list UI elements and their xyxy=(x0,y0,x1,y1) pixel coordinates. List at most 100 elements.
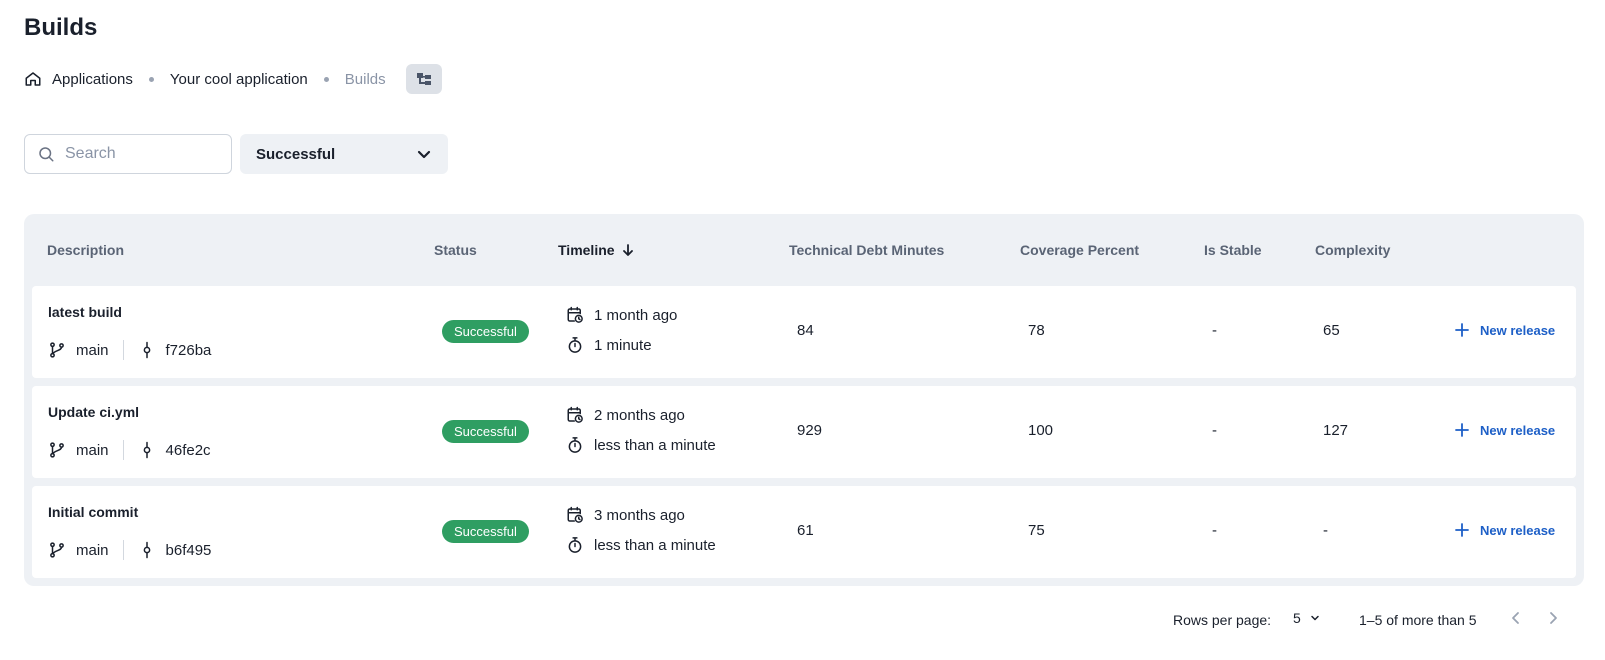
timeline-started-text: 3 months ago xyxy=(594,506,685,524)
status-filter-select[interactable]: Successful xyxy=(240,134,448,174)
new-release-button[interactable]: New release xyxy=(1454,322,1555,338)
timeline-duration-text: less than a minute xyxy=(594,536,716,554)
status-filter-value: Successful xyxy=(256,145,336,163)
table-row[interactable]: Initial commit main b6f495 Successful 3 … xyxy=(32,486,1576,578)
stopwatch-icon xyxy=(568,437,582,453)
status-badge: Successful xyxy=(442,320,529,343)
git-branch-icon xyxy=(50,342,64,358)
chevron-left-icon xyxy=(1512,612,1519,624)
previous-page-button[interactable] xyxy=(1508,610,1524,629)
status-badge: Successful xyxy=(442,420,529,443)
timeline-started: 2 months ago xyxy=(566,406,685,424)
complexity-value: 127 xyxy=(1323,422,1349,439)
breadcrumb-separator xyxy=(323,76,329,82)
timeline-started-text: 2 months ago xyxy=(594,406,685,424)
breadcrumb-applications-label: Applications xyxy=(52,70,133,88)
column-header-coverage[interactable]: Coverage Percent xyxy=(1020,242,1139,258)
git-commit-icon xyxy=(143,541,150,559)
page-title: Builds xyxy=(24,14,98,41)
plus-icon xyxy=(1455,323,1469,337)
build-branch: main xyxy=(76,341,109,359)
plus-icon xyxy=(1455,423,1469,437)
chevron-right-icon xyxy=(1550,612,1557,624)
tree-icon xyxy=(416,73,431,85)
stopwatch-icon xyxy=(568,537,582,553)
build-meta: main f726ba xyxy=(48,340,211,360)
home-icon xyxy=(25,72,41,86)
git-branch-icon xyxy=(50,542,64,558)
build-description: Initial commit xyxy=(48,504,139,520)
table-row[interactable]: Update ci.yml main 46fe2c Successful 2 m… xyxy=(32,386,1576,478)
column-header-status[interactable]: Status xyxy=(434,242,477,258)
calendar-clock-icon xyxy=(567,406,583,423)
column-header-is-stable[interactable]: Is Stable xyxy=(1204,242,1262,258)
timeline-duration-text: less than a minute xyxy=(594,436,716,454)
coverage-value: 75 xyxy=(1028,522,1045,539)
complexity-value: - xyxy=(1323,522,1328,539)
coverage-value: 78 xyxy=(1028,322,1045,339)
column-header-timeline[interactable]: Timeline xyxy=(558,242,635,258)
search-icon xyxy=(39,147,54,162)
column-header-complexity[interactable]: Complexity xyxy=(1315,242,1390,258)
table-row[interactable]: latest build main f726ba Successful 1 mo… xyxy=(32,286,1576,378)
search-box xyxy=(24,134,232,174)
stopwatch-icon xyxy=(568,337,582,353)
chevron-down-icon xyxy=(1311,615,1319,621)
build-commit: 46fe2c xyxy=(165,441,211,459)
breadcrumb-separator xyxy=(148,76,154,82)
timeline-started: 3 months ago xyxy=(566,506,685,524)
build-description: latest build xyxy=(48,304,122,320)
build-branch: main xyxy=(76,541,109,559)
build-branch: main xyxy=(76,441,109,459)
search-input[interactable] xyxy=(65,145,205,163)
timeline-duration: 1 minute xyxy=(566,336,652,354)
git-branch-icon xyxy=(50,442,64,458)
timeline-duration: less than a minute xyxy=(566,536,716,554)
meta-divider xyxy=(122,340,124,360)
new-release-button[interactable]: New release xyxy=(1454,422,1555,438)
column-header-description[interactable]: Description xyxy=(47,242,124,258)
is-stable-value: - xyxy=(1212,422,1217,439)
rows-per-page-select[interactable]: 5 xyxy=(1293,610,1321,626)
build-meta: main 46fe2c xyxy=(48,440,211,460)
breadcrumb: Applications Your cool application Build… xyxy=(24,64,442,94)
timeline-duration: less than a minute xyxy=(566,436,716,454)
next-page-button[interactable] xyxy=(1545,610,1561,629)
build-commit: f726ba xyxy=(165,341,212,359)
new-release-label: New release xyxy=(1480,322,1556,338)
tree-view-button[interactable] xyxy=(405,64,442,94)
technical-debt-value: 929 xyxy=(797,422,823,439)
rows-per-page-value: 5 xyxy=(1293,610,1301,626)
git-commit-icon xyxy=(143,441,150,459)
timeline-started: 1 month ago xyxy=(566,306,677,324)
pagination: Rows per page: 5 1–5 of more than 5 xyxy=(0,608,1605,632)
breadcrumb-current: Builds xyxy=(344,70,386,88)
technical-debt-value: 61 xyxy=(797,522,814,539)
builds-table: Description Status Timeline Technical De… xyxy=(24,214,1584,586)
build-meta: main b6f495 xyxy=(48,540,211,560)
technical-debt-value: 84 xyxy=(797,322,814,339)
new-release-label: New release xyxy=(1480,422,1556,438)
breadcrumb-application[interactable]: Your cool application xyxy=(170,71,308,88)
column-header-technical-debt[interactable]: Technical Debt Minutes xyxy=(789,242,944,258)
coverage-value: 100 xyxy=(1028,422,1054,439)
calendar-clock-icon xyxy=(567,506,583,523)
build-description: Update ci.yml xyxy=(48,404,140,420)
breadcrumb-applications[interactable]: Applications xyxy=(24,70,133,88)
build-commit: b6f495 xyxy=(165,541,212,559)
meta-divider xyxy=(122,540,124,560)
table-header: Description Status Timeline Technical De… xyxy=(24,214,1584,286)
git-commit-icon xyxy=(143,341,150,359)
is-stable-value: - xyxy=(1212,322,1217,339)
timeline-started-text: 1 month ago xyxy=(594,306,678,324)
calendar-clock-icon xyxy=(567,306,583,323)
meta-divider xyxy=(122,440,124,460)
chevron-down-icon xyxy=(417,150,431,159)
timeline-duration-text: 1 minute xyxy=(594,336,652,354)
arrow-down-icon xyxy=(622,244,633,256)
plus-icon xyxy=(1455,523,1469,537)
new-release-label: New release xyxy=(1480,522,1556,538)
complexity-value: 65 xyxy=(1323,322,1340,339)
new-release-button[interactable]: New release xyxy=(1454,522,1555,538)
is-stable-value: - xyxy=(1212,522,1217,539)
